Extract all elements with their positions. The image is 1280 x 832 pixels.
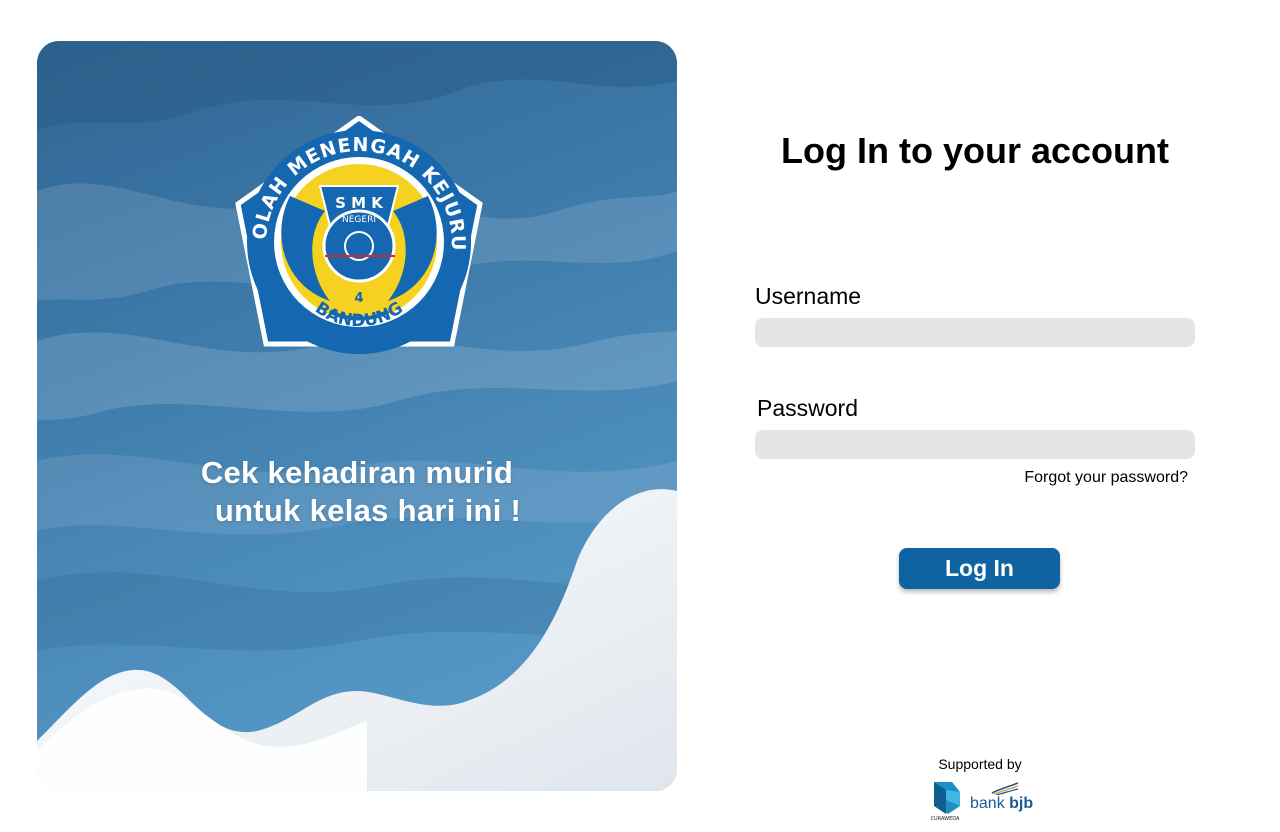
tagline-line-1: Cek kehadiran murid xyxy=(200,455,514,490)
username-label: Username xyxy=(755,283,862,309)
forgot-password-link[interactable]: Forgot your password? xyxy=(1024,469,1188,487)
curaweda-logo-icon: CURAWEDA xyxy=(931,782,960,822)
password-label: Password xyxy=(757,395,858,421)
bjb-prefix: bank xyxy=(970,795,1005,812)
hero-tagline: Cek kehadiran murid untuk kelas hari ini… xyxy=(37,454,677,530)
bjb-swoosh-icon xyxy=(991,782,1019,795)
bjb-wordmark: bank bjb xyxy=(970,795,1033,813)
password-input[interactable] xyxy=(755,430,1195,459)
curaweda-name: CURAWEDA xyxy=(931,816,960,822)
school-logo: SEKOLAH MENENGAH KEJURUAN BANDUNG S M K … xyxy=(230,116,483,354)
bjb-suffix: bjb xyxy=(1009,795,1034,812)
logo-number-text: 4 xyxy=(354,291,363,306)
hero-panel: SEKOLAH MENENGAH KEJURUAN BANDUNG S M K … xyxy=(37,41,677,791)
logo-smk-text: S M K xyxy=(335,194,384,212)
page-title: Log In to your account xyxy=(781,130,1169,171)
logo-negeri-text: NEGERI xyxy=(342,215,376,225)
login-button[interactable]: Log In xyxy=(899,548,1060,589)
bank-bjb-logo-icon: bank bjb xyxy=(970,781,1040,813)
supported-by-label: Supported by xyxy=(938,756,1022,772)
tagline-line-2: untuk kelas hari ini ! xyxy=(214,493,522,528)
username-input[interactable] xyxy=(755,318,1195,347)
